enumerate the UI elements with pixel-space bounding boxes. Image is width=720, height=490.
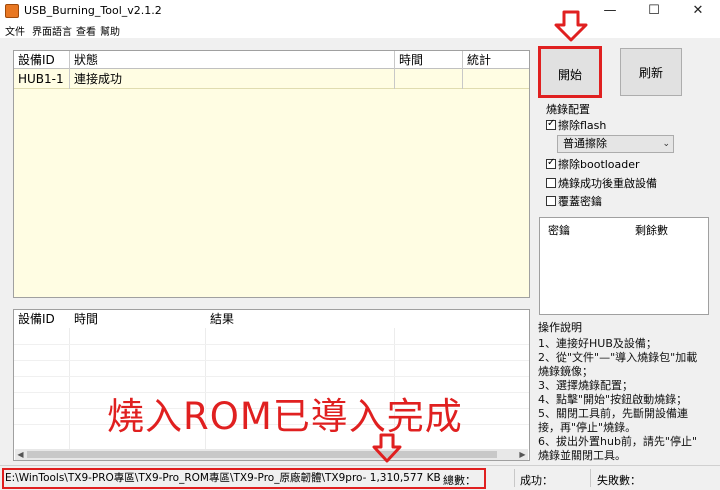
help-line: 燒錄並關閉工具。: [538, 449, 626, 462]
erase-bootloader-checkbox[interactable]: 擦除bootloader: [546, 156, 640, 172]
status-bar: E:\WinTools\TX9-PRO專區\TX9-Pro_ROM專區\TX9-…: [0, 465, 720, 490]
arrow-down-icon: [554, 10, 588, 42]
device-table[interactable]: 設備ID 狀態 時間 統計 HUB1-1 連接成功: [13, 50, 530, 298]
status-fail: 失敗數：: [597, 474, 641, 487]
help-line: 2、從"文件"—"導入燒錄包"加載: [538, 351, 698, 364]
grid-line: [14, 360, 529, 361]
col-result-time[interactable]: 時間: [70, 310, 206, 328]
maximize-button[interactable]: ☐: [632, 0, 676, 22]
row-status: 連接成功: [70, 69, 395, 89]
col-remaining[interactable]: 剩餘數: [635, 222, 668, 238]
grid-line: [14, 376, 529, 377]
key-table[interactable]: 密鑰 剩餘數: [539, 217, 709, 315]
reboot-after-label: 燒錄成功後重啟設備: [558, 177, 657, 190]
status-divider: [590, 469, 591, 487]
help-line: 4、點擊"開始"按鈕啟動燒錄；: [538, 393, 688, 406]
horizontal-scrollbar[interactable]: ◀ ▶: [15, 449, 528, 460]
overlay-annotation: 燒入ROM已導入完成: [107, 395, 463, 438]
erase-flash-checkbox[interactable]: 擦除flash: [546, 117, 606, 133]
help-line: 3、選擇燒錄配置；: [538, 379, 633, 392]
overwrite-key-label: 覆蓋密鑰: [558, 195, 602, 208]
row-time: [395, 69, 463, 89]
arrow-down-icon: [372, 433, 402, 463]
help-line: 燒錄鏡像；: [538, 365, 593, 378]
col-status[interactable]: 狀態: [70, 51, 395, 69]
grid-line: [69, 328, 70, 450]
checkbox-icon[interactable]: [546, 157, 556, 169]
status-path: E:\WinTools\TX9-PRO專區\TX9-Pro_ROM專區\TX9-…: [2, 468, 486, 489]
window-title: USB_Burning_Tool_v2.1.2: [24, 4, 162, 17]
app-icon: [5, 4, 19, 18]
menu-language[interactable]: 界面語言: [32, 23, 72, 38]
overwrite-key-checkbox[interactable]: 覆蓋密鑰: [546, 193, 602, 209]
help-line: 接，再"停止"燒錄。: [538, 421, 637, 434]
help-panel: 操作說明 1、連接好HUB及設備； 2、從"文件"—"導入燒錄包"加載 燒錄鏡像…: [538, 319, 714, 462]
refresh-button[interactable]: 刷新: [620, 48, 682, 96]
chevron-down-icon: ⌄: [662, 139, 670, 149]
scroll-thumb[interactable]: [27, 451, 497, 458]
scroll-right-icon[interactable]: ▶: [517, 449, 528, 460]
status-total: 總數：: [443, 474, 476, 487]
menu-file[interactable]: 文件: [5, 23, 25, 38]
menu-help[interactable]: 幫助: [100, 23, 120, 38]
grid-line: [14, 344, 529, 345]
reboot-after-checkbox[interactable]: 燒錄成功後重啟設備: [546, 175, 657, 191]
help-line: 5、關閉工具前，先斷開設備連: [538, 407, 688, 420]
col-device-id[interactable]: 設備ID: [14, 51, 70, 69]
col-time[interactable]: 時間: [395, 51, 463, 69]
col-count[interactable]: 統計: [463, 51, 529, 69]
minimize-button[interactable]: —: [588, 0, 632, 22]
status-success: 成功：: [520, 474, 553, 487]
help-line: 6、拔出外置hub前，請先"停止": [538, 435, 698, 448]
result-table-header: 設備ID 時間 結果: [14, 310, 529, 328]
col-key[interactable]: 密鑰: [548, 222, 570, 238]
col-result[interactable]: 結果: [206, 310, 506, 328]
table-row[interactable]: HUB1-1 連接成功: [14, 69, 529, 89]
status-divider: [514, 469, 515, 487]
menu-view[interactable]: 查看: [76, 23, 96, 38]
help-title: 操作說明: [538, 321, 582, 334]
checkbox-icon[interactable]: [546, 178, 556, 188]
start-button[interactable]: 開始: [538, 46, 602, 98]
checkbox-icon[interactable]: [546, 196, 556, 206]
title-bar: USB_Burning_Tool_v2.1.2 — ☐ ✕: [0, 0, 720, 22]
burn-config-title: 燒錄配置: [546, 103, 590, 116]
erase-mode-value: 普通擦除: [563, 137, 607, 150]
erase-bootloader-label: 擦除bootloader: [558, 158, 640, 171]
checkbox-icon[interactable]: [546, 118, 556, 130]
menu-bar: 文件 界面語言 查看 幫助: [0, 22, 720, 38]
erase-mode-select[interactable]: 普通擦除 ⌄: [557, 135, 674, 153]
erase-flash-label: 擦除flash: [558, 119, 607, 132]
row-count: [463, 69, 529, 89]
close-button[interactable]: ✕: [676, 0, 720, 22]
scroll-left-icon[interactable]: ◀: [15, 449, 26, 460]
row-device-id: HUB1-1: [14, 69, 70, 89]
device-table-header: 設備ID 狀態 時間 統計: [14, 51, 529, 69]
col-result-device-id[interactable]: 設備ID: [14, 310, 70, 328]
help-line: 1、連接好HUB及設備；: [538, 337, 657, 350]
